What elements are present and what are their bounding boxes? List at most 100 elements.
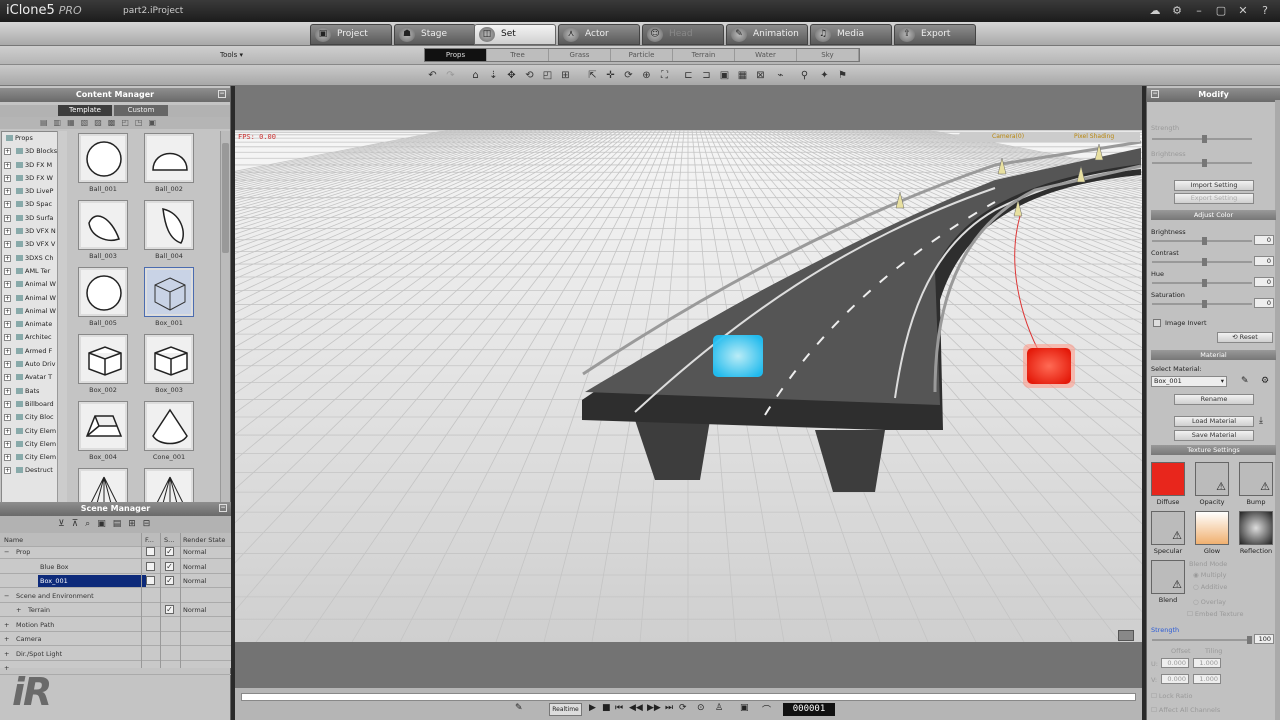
expand-icon[interactable]: + <box>4 414 11 422</box>
color-slider[interactable] <box>1152 300 1252 308</box>
material-options-icon[interactable]: ⚙ <box>1261 376 1269 386</box>
tab-project[interactable]: ▣ Project <box>310 24 392 45</box>
material-select[interactable]: Box_001 ▾ <box>1151 376 1227 387</box>
tab-stage[interactable]: ☗ Stage <box>394 24 476 45</box>
stop-icon[interactable]: ■ <box>602 703 611 713</box>
expand-icon[interactable]: + <box>4 161 11 169</box>
expand-icon[interactable]: + <box>4 427 11 435</box>
template-thumb[interactable] <box>144 133 194 183</box>
color-slider[interactable] <box>1152 279 1252 287</box>
import-setting-button[interactable]: Import Setting <box>1174 180 1254 191</box>
template-thumb[interactable] <box>144 200 194 250</box>
expand-icon[interactable]: + <box>4 374 11 382</box>
scene-row[interactable]: − Prop ✓ Normal <box>0 545 231 559</box>
strength-slider[interactable] <box>1152 636 1252 644</box>
export-setting-button[interactable]: Export Setting <box>1174 193 1254 204</box>
template-thumb[interactable] <box>144 267 194 317</box>
expand-icon[interactable]: + <box>4 661 9 675</box>
frame-icon[interactable]: ▣ <box>718 69 731 82</box>
template-thumb[interactable] <box>78 267 128 317</box>
tab-export[interactable]: ⇪ Export <box>894 24 976 45</box>
subtab-particle[interactable]: Particle <box>611 49 673 61</box>
template-thumb[interactable] <box>144 401 194 451</box>
expand-icon[interactable]: + <box>4 228 11 236</box>
expand-icon[interactable]: + <box>4 174 11 182</box>
expand-icon[interactable]: + <box>4 387 11 395</box>
scene-tool-icons[interactable]: ⊻⊼⌕▣▤⊞⊟ <box>58 519 157 529</box>
specular-texture-slot[interactable]: ⚠ <box>1151 511 1185 545</box>
v-tiling-input[interactable]: 1.000 <box>1193 674 1221 684</box>
expand-icon[interactable]: + <box>4 454 11 462</box>
camera-icon[interactable]: ⊙ <box>697 703 705 713</box>
template-thumb[interactable] <box>78 133 128 183</box>
pin-icon[interactable]: − <box>1151 90 1159 98</box>
opacity-texture-slot[interactable]: ⚠ <box>1195 462 1229 496</box>
camera-dropdown[interactable]: Camera(0) <box>992 132 1024 142</box>
expand-icon[interactable]: + <box>4 307 11 315</box>
viewport-toggle-icon[interactable] <box>1118 630 1134 641</box>
adjust-color-header[interactable]: Adjust Color <box>1151 210 1276 220</box>
color-value[interactable]: 0 <box>1254 235 1274 245</box>
tab-head[interactable]: ☺ Head <box>642 24 724 45</box>
blend-additive-radio[interactable]: ○ Additive <box>1193 583 1227 591</box>
drop-icon[interactable]: ⇣ <box>487 69 500 82</box>
first-frame-icon[interactable]: ⏮ <box>615 703 623 713</box>
expand-icon[interactable]: + <box>16 603 21 617</box>
expand-icon[interactable]: + <box>4 334 11 342</box>
blend-overlay-radio[interactable]: ○ Overlay <box>1193 598 1226 606</box>
loop-icon[interactable]: ⟳ <box>679 703 687 713</box>
diffuse-texture-slot[interactable] <box>1151 462 1185 496</box>
minimize-icon[interactable]: – <box>1192 4 1206 18</box>
next-frame-icon[interactable]: ▶▶ <box>647 703 661 713</box>
paint-icon[interactable]: ⌁ <box>774 69 787 82</box>
save-material-button[interactable]: Save Material <box>1174 430 1254 441</box>
tab-media[interactable]: ♫ Media <box>810 24 892 45</box>
tab-set[interactable]: ◫ Set <box>474 24 556 45</box>
scene-row[interactable]: + Motion Path <box>0 618 231 632</box>
grid-icon[interactable]: ▦ <box>736 69 749 82</box>
tab-template[interactable]: Template <box>58 105 112 116</box>
frame-counter[interactable]: 000001 <box>783 703 835 716</box>
dim-slider-2[interactable] <box>1152 159 1252 167</box>
show-checkbox[interactable]: ✓ <box>165 561 174 571</box>
scene-row[interactable]: + Camera <box>0 632 231 646</box>
view-icon[interactable]: ⊠ <box>754 69 767 82</box>
community-icon[interactable]: ☁ <box>1148 4 1162 18</box>
pan-icon[interactable]: ✛ <box>604 69 617 82</box>
expand-icon[interactable]: + <box>4 241 11 249</box>
u-offset-input[interactable]: 0.000 <box>1161 658 1189 668</box>
reflection-texture-slot[interactable] <box>1239 511 1273 545</box>
undo-icon[interactable]: ↶ <box>426 69 439 82</box>
reset-button[interactable]: ⟲ Reset <box>1217 332 1273 343</box>
lock-ratio-checkbox[interactable]: ☐ Lock Ratio <box>1151 692 1192 700</box>
expand-icon[interactable]: + <box>4 467 11 475</box>
eyedropper-icon[interactable]: ✎ <box>1241 376 1249 386</box>
align-right-icon[interactable]: ⊐ <box>700 69 713 82</box>
color-value[interactable]: 0 <box>1254 298 1274 308</box>
scene-row[interactable]: + Dir./Spot Light <box>0 647 231 661</box>
blend-multiply-radio[interactable]: ◉ Multiply <box>1193 571 1226 579</box>
expand-icon[interactable]: + <box>4 400 11 408</box>
embed-texture-checkbox[interactable]: ☐ Embed Texture <box>1187 610 1243 618</box>
expand-icon[interactable]: + <box>4 188 11 196</box>
subtab-water[interactable]: Water <box>735 49 797 61</box>
scene-row[interactable]: Blue Box ✓ Normal <box>0 560 231 574</box>
dim-slider[interactable] <box>1152 135 1252 143</box>
expand-icon[interactable]: + <box>4 618 9 632</box>
render-state[interactable]: Normal <box>183 574 207 588</box>
render-state[interactable]: Normal <box>183 560 207 574</box>
pin-icon[interactable]: − <box>219 504 227 512</box>
expand-icon[interactable]: + <box>4 294 11 302</box>
color-value[interactable]: 0 <box>1254 277 1274 287</box>
orbit-icon[interactable]: ⟳ <box>622 69 635 82</box>
shading-dropdown[interactable]: Pixel Shading <box>1074 132 1114 142</box>
snap-icon[interactable]: ⊞ <box>559 69 572 82</box>
strength-value[interactable]: 100 <box>1254 634 1274 644</box>
tab-actor[interactable]: ⋏ Actor <box>558 24 640 45</box>
freeze-checkbox[interactable] <box>146 561 155 571</box>
scale-icon[interactable]: ◰ <box>541 69 554 82</box>
thumbnail-scrollbar[interactable] <box>220 131 230 562</box>
template-thumb[interactable] <box>78 401 128 451</box>
tools-menu[interactable]: Tools ▾ <box>220 51 243 59</box>
template-thumb[interactable] <box>78 334 128 384</box>
